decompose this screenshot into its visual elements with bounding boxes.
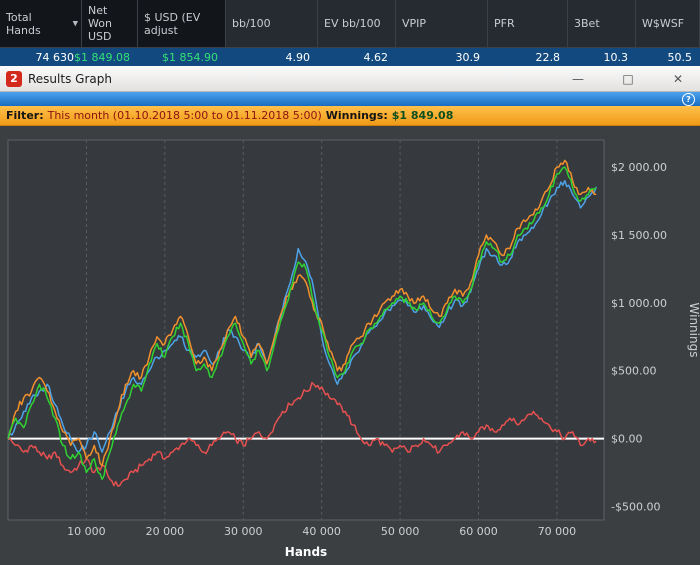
y-tick-label: $0.00 (611, 433, 643, 446)
maximize-button[interactable]: □ (614, 72, 642, 86)
y-tick-label: $1 000.00 (611, 297, 667, 310)
plot-area (7, 139, 605, 521)
x-tick-label: 30 000 (224, 525, 263, 538)
column-header-3bet[interactable]: 3Bet (568, 0, 636, 48)
column-header-label: $ USD (EV adjust (144, 10, 201, 37)
column-header-pfr[interactable]: PFR (488, 0, 568, 48)
filter-range-text: This month (01.10.2018 5:00 to 01.11.201… (47, 109, 322, 122)
column-header-bb-100[interactable]: bb/100 (226, 0, 318, 48)
column-header-net-won-usd[interactable]: Net Won USD (82, 0, 138, 48)
stats-values-row[interactable]: 74 630 $1 849.08 $1 854.90 4.90 4.62 30.9 22.8… (0, 48, 700, 66)
x-tick-label: 10 000 (67, 525, 106, 538)
column-header-label: EV bb/100 (324, 17, 381, 30)
stat-value-w-wsf: 50.5 (667, 50, 693, 64)
x-tick-label: 60 000 (459, 525, 498, 538)
x-tick-label: 50 000 (381, 525, 420, 538)
chart-canvas: 10 000 20 000 30 000 40 000 50 000 60 000 70 0… (7, 139, 700, 559)
column-header-ev-bb-100[interactable]: EV bb/100 (318, 0, 396, 48)
column-header-w-wsf[interactable]: W$WSF (636, 0, 700, 48)
y-tick-label: $500.00 (611, 365, 657, 378)
results-graph-chart: 10 000 20 000 30 000 40 000 50 000 60 000 70 0… (0, 126, 700, 565)
x-tick-label: 40 000 (302, 525, 341, 538)
help-button[interactable]: ? (682, 92, 695, 106)
column-header-label: 3Bet (574, 17, 600, 30)
y-tick-label: $2 000.00 (611, 161, 667, 174)
stat-value-net-won-usd: $1 849.08 (74, 50, 130, 64)
y-axis-title: Winnings (687, 303, 700, 358)
toolbar-strip: ? (0, 92, 700, 106)
x-axis-title: Hands (285, 545, 327, 559)
column-filter-dropdown-icon[interactable]: ▼ (73, 17, 78, 30)
column-header-label: W$WSF (642, 17, 685, 30)
column-header-total-hands[interactable]: Total Hands ▼ (0, 0, 82, 48)
stats-header-row: Total Hands ▼ Net Won USD $ USD (EV adjust b… (0, 0, 700, 48)
y-tick-label: $1 500.00 (611, 229, 667, 242)
y-tick-label: -$500.00 (611, 500, 660, 513)
column-header-label: bb/100 (232, 17, 271, 30)
column-header-label: Net Won USD (88, 4, 112, 43)
stat-value-usd-ev-adjust: $1 854.90 (162, 50, 218, 64)
hm2-logo-icon: 2 (6, 70, 22, 87)
column-header-usd-ev-adjust[interactable]: $ USD (EV adjust (138, 0, 226, 48)
winnings-label: Winnings: (325, 109, 388, 122)
column-header-vpip[interactable]: VPIP (396, 0, 488, 48)
filter-label: Filter: (6, 109, 44, 122)
column-header-label: Total Hands (6, 10, 41, 37)
stat-value-bb-100: 4.90 (285, 50, 311, 64)
column-header-label: PFR (494, 17, 515, 30)
stat-value-pfr: 22.8 (535, 50, 561, 64)
stat-value-ev-bb-100: 4.62 (363, 50, 389, 64)
filter-bar[interactable]: Filter: This month (01.10.2018 5:00 to 0… (0, 106, 700, 126)
minimize-button[interactable]: — (564, 72, 592, 86)
stat-value-vpip: 30.9 (455, 50, 481, 64)
app-window: Total Hands ▼ Net Won USD $ USD (EV adjust b… (0, 0, 700, 565)
x-tick-label: 20 000 (146, 525, 185, 538)
window-titlebar: 2 Results Graph — □ ✕ (0, 66, 700, 92)
winnings-value: $1 849.08 (391, 109, 454, 122)
window-title: Results Graph (28, 71, 112, 86)
stat-value-total-hands: 74 630 (35, 50, 75, 64)
stat-value-3bet: 10.3 (603, 50, 629, 64)
close-button[interactable]: ✕ (664, 72, 692, 86)
column-header-label: VPIP (402, 17, 427, 30)
x-tick-label: 70 000 (538, 525, 577, 538)
